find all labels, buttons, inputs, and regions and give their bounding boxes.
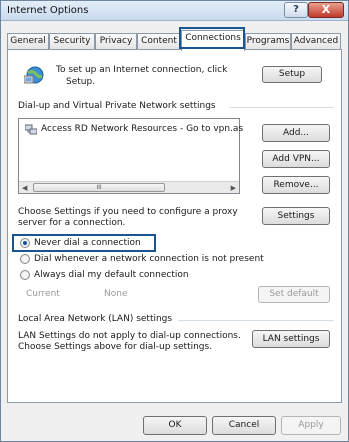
radio-dial-when-no-network-label[interactable]: Dial whenever a network connection is no… [34,254,264,264]
help-button[interactable]: ? [284,2,308,18]
add-button[interactable]: Add... [262,124,330,142]
tab-programs[interactable]: Programs [245,33,291,50]
remove-button[interactable]: Remove... [262,176,330,194]
horizontal-scrollbar[interactable]: ◀ III ▶ [19,181,239,193]
cancel-button[interactable]: Cancel [212,416,276,435]
tab-advanced[interactable]: Advanced [291,33,341,50]
ok-button[interactable]: OK [143,416,207,435]
window-title: Internet Options [7,5,89,16]
title-bar[interactable]: Internet Options ? X [1,1,348,21]
close-button[interactable]: X [308,2,344,18]
scroll-right-arrow-icon[interactable]: ▶ [231,184,236,192]
set-default-button[interactable]: Set default [258,286,330,303]
tab-general[interactable]: General [7,33,49,50]
radio-dial-when-no-network[interactable] [20,254,30,264]
proxy-settings-description-line2: server for a connection. [18,218,126,228]
lan-description-line1: LAN Settings do not apply to dial-up con… [18,331,241,341]
tab-privacy[interactable]: Privacy [95,33,137,50]
lan-settings-button[interactable]: LAN settings [252,330,330,348]
setup-description-line1: To set up an Internet connection, click [56,65,228,75]
tab-security[interactable]: Security [49,33,95,50]
dialup-section-heading: Dial-up and Virtual Private Network sett… [18,101,216,111]
add-vpn-button[interactable]: Add VPN... [262,150,330,168]
connections-panel: To set up an Internet connection, click … [7,49,342,403]
current-connection-label: Current [26,289,60,299]
internet-options-window: Internet Options ? X General Security Pr… [0,0,349,442]
settings-button[interactable]: Settings [262,207,330,225]
radio-always-dial[interactable] [20,270,30,280]
setup-description-line2: Setup. [66,77,96,87]
option-highlight-box [12,234,156,252]
globe-network-icon [24,66,44,84]
tab-highlight-box [179,27,245,49]
list-item[interactable]: Access RD Network Resources - Go to vpn.… [41,124,243,134]
current-connection-value: None [104,289,128,299]
lan-section-heading: Local Area Network (LAN) settings [18,314,173,324]
scroll-left-arrow-icon[interactable]: ◀ [22,184,27,192]
proxy-settings-description-line1: Choose Settings if you need to configure… [18,207,238,217]
lan-section-divider [178,320,334,321]
section-divider [230,107,334,108]
connections-listbox[interactable]: Access RD Network Resources - Go to vpn.… [18,118,243,194]
setup-button[interactable]: Setup [262,66,322,83]
network-connection-icon [25,124,37,135]
scroll-thumb[interactable]: III [33,183,165,192]
apply-button[interactable]: Apply [281,416,341,435]
tab-content[interactable]: Content [137,33,181,50]
lan-description-line2: Choose Settings above for dial-up settin… [18,342,213,352]
radio-always-dial-label[interactable]: Always dial my default connection [34,270,189,280]
